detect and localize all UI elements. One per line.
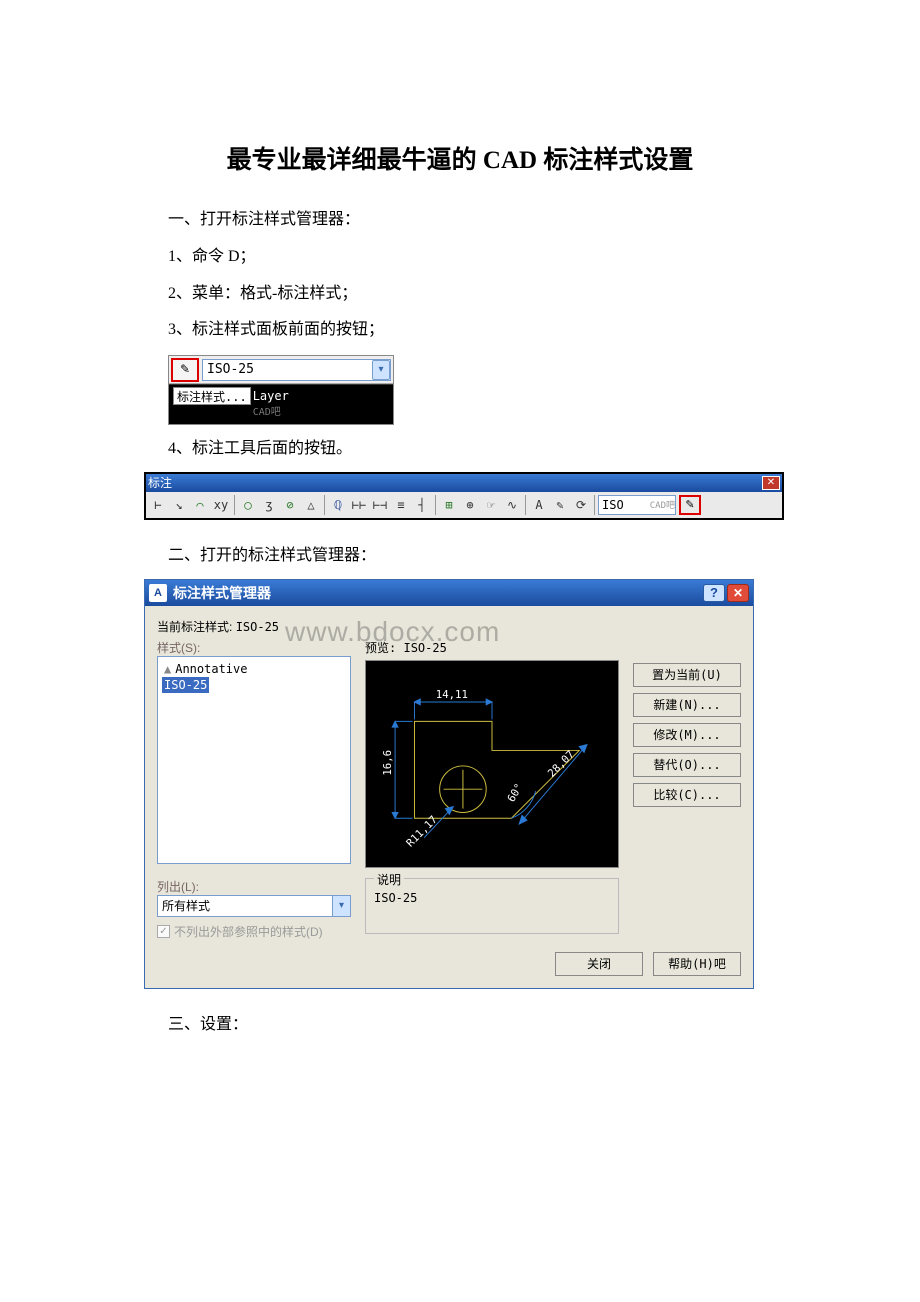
section-1-item-1: 1、命令 D；	[168, 243, 780, 272]
styles-label: 样式(S):	[157, 639, 351, 656]
current-style-label: 当前标注样式	[157, 620, 229, 634]
watermark-small: CAD吧	[253, 403, 289, 418]
dialog-title: 标注样式管理器	[173, 583, 703, 603]
section-3-heading: 三、设置：	[168, 1011, 780, 1040]
dim-edit-icon[interactable]: A	[529, 495, 549, 515]
description-label: 说明	[374, 871, 404, 888]
screenshot-style-panel: ✎ ISO-25 ▾ 标注样式... Layer CAD吧	[168, 355, 394, 425]
current-style-value: ISO-25	[236, 620, 279, 634]
dimstyle-button-icon[interactable]: ✎	[171, 358, 199, 382]
dim-break-icon[interactable]: ┤	[412, 495, 432, 515]
dim-space-icon[interactable]: ≡	[391, 495, 411, 515]
list-filter-value: 所有样式	[162, 897, 210, 914]
section-1-item-4: 4、标注工具后面的按钮。	[168, 435, 780, 464]
dim-left-value: 16,6	[381, 750, 394, 776]
new-button[interactable]: 新建(N)...	[633, 693, 741, 717]
jogged-linear-icon[interactable]: ∿	[502, 495, 522, 515]
tolerance-icon[interactable]: ⊞	[439, 495, 459, 515]
dim-jogged-icon[interactable]: ʒ	[259, 495, 279, 515]
close-icon[interactable]: ✕	[762, 476, 780, 490]
toolbar-dimstyle-button[interactable]: ✎	[679, 495, 701, 515]
list-item[interactable]: ▲ Annotative	[162, 661, 346, 677]
list-filter-dropdown[interactable]: 所有样式 ▾	[157, 895, 351, 917]
tooltip-dimstyle: 标注样式...	[173, 387, 251, 405]
preview-style: ISO-25	[403, 641, 446, 655]
list-item-label: Annotative	[175, 662, 247, 676]
close-button[interactable]: 关闭	[555, 952, 643, 976]
compare-button[interactable]: 比较(C)...	[633, 783, 741, 807]
list-filter-label: 列出(L):	[157, 878, 351, 895]
close-icon[interactable]: ✕	[727, 584, 749, 602]
toolbar-style-value: ISO	[602, 498, 624, 512]
dim-angular-icon[interactable]: △	[301, 495, 321, 515]
section-2-heading: 二、打开的标注样式管理器：	[168, 542, 780, 571]
document-title: 最专业最详细最牛逼的 CAD 标注样式设置	[140, 140, 780, 176]
dim-tedit-icon[interactable]: ✎	[550, 495, 570, 515]
set-current-button[interactable]: 置为当前(U)	[633, 663, 741, 687]
dim-continue-icon[interactable]: ⊢⊣	[370, 495, 390, 515]
dim-angle-value: 60°	[505, 781, 526, 804]
toolbar-style-dropdown[interactable]: ISO CAD吧	[598, 495, 676, 515]
description-groupbox: 说明 ISO-25	[365, 878, 619, 934]
section-1-item-3: 3、标注样式面板前面的按钮；	[168, 316, 780, 345]
section-1-heading: 一、打开标注样式管理器：	[168, 206, 780, 235]
dim-quick-icon[interactable]: ℚ	[328, 495, 348, 515]
modify-button[interactable]: 修改(M)...	[633, 723, 741, 747]
center-mark-icon[interactable]: ⊕	[460, 495, 480, 515]
dim-arclen-icon[interactable]: ⌒	[190, 495, 210, 515]
list-item-label: ISO-25	[164, 678, 207, 692]
styles-listbox[interactable]: ▲ Annotative ISO-25	[157, 656, 351, 864]
preview-pane: 14,11 16,6 28,07 60° R11,17	[365, 660, 619, 868]
dialog-titlebar: A 标注样式管理器 ? ✕	[145, 580, 753, 606]
dim-aligned-icon[interactable]: ↘	[169, 495, 189, 515]
toolbar-title: 标注	[148, 474, 172, 491]
inspect-icon[interactable]: ☞	[481, 495, 501, 515]
dim-radius-icon[interactable]: ◯	[238, 495, 258, 515]
dim-top-value: 14,11	[436, 688, 468, 701]
section-1-item-2: 2、菜单：格式-标注样式；	[168, 280, 780, 309]
dim-diameter-icon[interactable]: ⊘	[280, 495, 300, 515]
help-icon[interactable]: ?	[703, 584, 725, 602]
list-item[interactable]: ISO-25	[162, 677, 209, 693]
annotative-icon: ▲	[164, 662, 171, 676]
toolbar-watermark: CAD吧	[650, 498, 675, 511]
xref-checkbox-label: 不列出外部参照中的样式(D)	[174, 923, 323, 940]
dim-update-icon[interactable]: ⟳	[571, 495, 591, 515]
dimstyle-current: ISO-25	[203, 362, 372, 377]
dim-baseline-icon[interactable]: ⊢⊢	[349, 495, 369, 515]
description-value: ISO-25	[374, 891, 417, 905]
xref-checkbox-row: ✓ 不列出外部参照中的样式(D)	[157, 923, 351, 940]
screenshot-dim-toolbar: 标注 ✕ ⊢ ↘ ⌒ xy ◯ ʒ ⊘ △ ℚ ⊢⊢ ⊢⊣ ≡ ┤ ⊞ ⊕ ☞ …	[144, 472, 784, 520]
override-button[interactable]: 替代(O)...	[633, 753, 741, 777]
dim-ordinate-icon[interactable]: xy	[211, 495, 231, 515]
app-icon: A	[149, 584, 167, 602]
preview-label: 预览	[365, 641, 389, 655]
xref-checkbox: ✓	[157, 925, 170, 938]
dim-linear-icon[interactable]: ⊢	[148, 495, 168, 515]
tooltip-layer: Layer	[253, 387, 289, 403]
dimstyle-dropdown[interactable]: ISO-25 ▾	[202, 359, 391, 381]
chevron-down-icon[interactable]: ▾	[372, 360, 390, 380]
dimstyle-manager-dialog: A 标注样式管理器 ? ✕ www.bdocx.com 当前标注样式: ISO-…	[144, 579, 754, 989]
help-button[interactable]: 帮助(H)吧	[653, 952, 741, 976]
chevron-down-icon[interactable]: ▾	[332, 896, 350, 916]
